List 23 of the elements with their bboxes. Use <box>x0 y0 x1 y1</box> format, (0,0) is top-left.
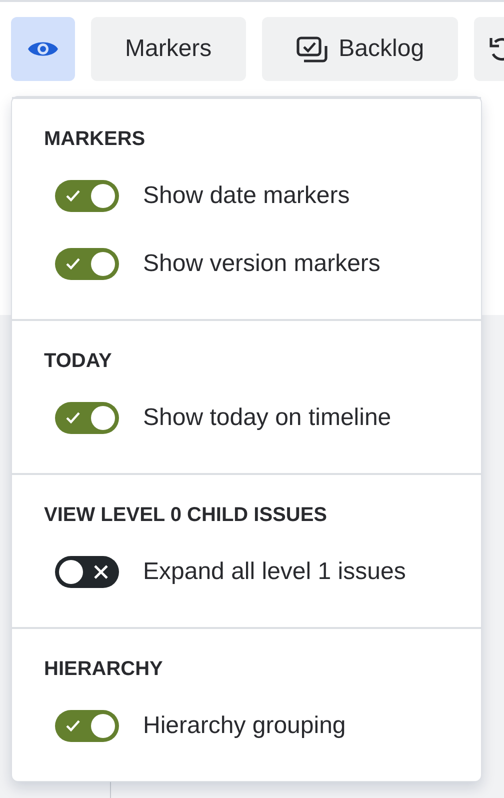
toggle-switch[interactable] <box>55 402 119 434</box>
toggle-switch[interactable] <box>55 556 119 588</box>
close-icon <box>93 564 109 580</box>
section-heading: VIEW LEVEL 0 CHILD ISSUES <box>44 503 328 527</box>
backlog-icon <box>296 36 329 62</box>
view-settings-button[interactable] <box>11 17 75 81</box>
toggle-switch[interactable] <box>55 248 119 280</box>
markers-button[interactable]: Markers <box>91 17 246 81</box>
toggle-label: Expand all level 1 issues <box>143 557 406 587</box>
section-heading: MARKERS <box>44 127 146 151</box>
toggle-label: Show date markers <box>143 181 350 211</box>
section-heading: TODAY <box>44 349 113 373</box>
check-icon <box>65 718 81 734</box>
toggle-label: Show today on timeline <box>143 403 392 433</box>
toggle-label: Show version markers <box>143 249 380 279</box>
section-heading: HIERARCHY <box>44 657 164 681</box>
check-icon <box>65 410 81 426</box>
backlog-button[interactable]: Backlog <box>262 17 458 81</box>
toggle-switch[interactable] <box>55 180 119 212</box>
check-icon <box>65 188 81 204</box>
toggle-switch[interactable] <box>55 710 119 742</box>
check-icon <box>65 256 81 272</box>
toggle-label: Hierarchy grouping <box>143 711 346 741</box>
